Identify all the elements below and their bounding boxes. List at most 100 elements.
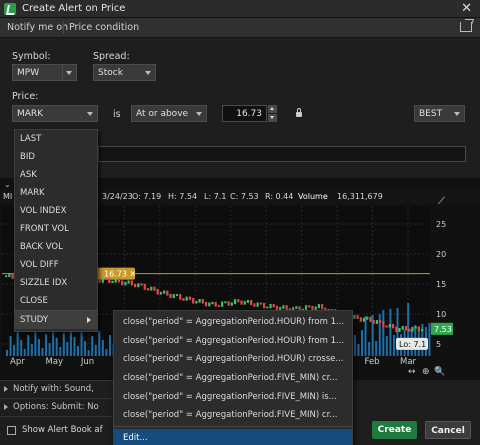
volume-bar — [91, 336, 94, 356]
candle-down — [356, 314, 359, 320]
x-tick-label: May — [45, 357, 63, 367]
price-menu-item-sizzle-idx[interactable]: SIZZLE IDX — [15, 274, 97, 292]
candle-down — [214, 301, 217, 307]
study-menu-item[interactable]: close("period" = AggregationPeriod.FIVE_… — [114, 369, 352, 388]
last-price-label: 7.53 — [434, 325, 452, 334]
symbol-select[interactable]: MPW — [12, 64, 77, 81]
price-menu-item-close[interactable]: CLOSE — [15, 292, 97, 310]
volume-bar — [69, 328, 72, 356]
study-menu-item[interactable]: close("period" = AggregationPeriod.FIVE_… — [114, 406, 352, 425]
volume-bar — [357, 344, 360, 356]
volume-bar — [41, 348, 44, 356]
volume-bar — [382, 310, 385, 356]
volume-bar — [84, 341, 87, 356]
volume-bar — [98, 331, 101, 356]
chevron-right-icon — [4, 386, 8, 392]
price-menu-item-vol-index[interactable]: VOL INDEX — [15, 202, 97, 220]
price-menu-item-front-vol[interactable]: FRONT VOL — [15, 220, 97, 238]
condition-value: At or above — [136, 109, 189, 119]
drawing-tool-icon: ⟋ — [438, 196, 445, 207]
spread-select[interactable]: Stock — [93, 64, 156, 81]
price-amount-input[interactable]: 16.73 — [222, 105, 267, 122]
volume-bar — [23, 349, 26, 356]
study-expression-field[interactable] — [98, 146, 466, 162]
price-menu-item-vol-diff[interactable]: VOL DIFF — [15, 256, 97, 274]
options-row[interactable]: Options: Submit: No — [0, 399, 114, 416]
show-alert-book-checkbox[interactable] — [7, 426, 16, 435]
volume-bar — [37, 339, 40, 356]
candle-down — [133, 283, 137, 288]
candle-down — [240, 300, 243, 305]
candle-down — [130, 280, 133, 286]
candle-down — [192, 298, 195, 304]
y-tick-label: 15 — [436, 280, 446, 289]
spread-value: Stock — [98, 68, 123, 78]
volume-bar — [73, 337, 76, 356]
price-type-select[interactable]: MARK — [12, 105, 98, 122]
volume-bar — [59, 347, 62, 356]
volume-bar — [428, 323, 431, 356]
study-submenu: close("period" = AggregationPeriod.HOUR)… — [113, 310, 353, 445]
price-menu-item-last[interactable]: LAST — [15, 130, 97, 148]
candle-down — [227, 301, 230, 306]
candle-up — [398, 327, 401, 332]
volume-bar — [392, 335, 395, 356]
create-button[interactable]: Create — [372, 421, 417, 439]
candle-down — [237, 299, 240, 303]
order-type-select[interactable]: BEST — [414, 105, 465, 122]
candle-down — [182, 298, 185, 301]
close-icon[interactable]: ✕ — [461, 1, 472, 16]
tab-bar: Notify me on Price condition — [0, 18, 480, 38]
volume-bar — [6, 350, 8, 356]
volume-bar — [94, 345, 97, 356]
condition-select[interactable]: At or above — [131, 105, 207, 122]
candle-up — [353, 314, 356, 319]
price-menu-item-back-vol[interactable]: BACK VOL — [15, 238, 97, 256]
menu-item-label: FRONT VOL — [20, 224, 69, 234]
volume-bar — [20, 340, 23, 356]
candle-down — [262, 302, 266, 309]
menu-item-label: VOL INDEX — [20, 206, 67, 216]
volume-bar — [16, 331, 19, 356]
volume-bar — [77, 346, 79, 356]
volume-bar — [108, 335, 111, 356]
candle-down — [379, 320, 382, 324]
volume-bar — [101, 340, 104, 356]
order-type-value: BEST — [419, 109, 443, 119]
study-menu-item[interactable]: close("period" = AggregationPeriod.HOUR)… — [114, 313, 352, 332]
candle-down — [117, 278, 121, 283]
chart-tool-icon: ↔ — [408, 367, 416, 377]
volume-bar — [45, 334, 48, 356]
decrement-icon[interactable] — [268, 114, 277, 122]
cancel-button[interactable]: Cancel — [425, 421, 471, 439]
candle-up — [230, 302, 233, 306]
candle-up — [8, 273, 11, 278]
alert-level-label: 16.73 ✕ — [104, 270, 136, 279]
study-menu-item[interactable]: close("period" = AggregationPeriod.HOUR)… — [114, 332, 352, 351]
lock-icon[interactable] — [296, 108, 302, 117]
candle-down — [156, 288, 159, 295]
candle-down — [201, 298, 204, 304]
export-icon[interactable] — [460, 22, 472, 32]
candle-up — [211, 301, 214, 305]
tab-divider — [63, 21, 64, 34]
candle-up — [111, 280, 114, 284]
candle-up — [317, 304, 321, 309]
price-menu-item-mark[interactable]: MARK — [15, 184, 97, 202]
candle-down — [308, 305, 311, 308]
price-menu-item-study[interactable]: STUDY — [15, 311, 97, 329]
candle-up — [411, 326, 414, 332]
study-edit-item[interactable]: Edit... — [114, 429, 352, 445]
price-menu-item-bid[interactable]: BID — [15, 148, 97, 166]
volume-bar — [34, 330, 37, 356]
increment-icon[interactable] — [268, 105, 277, 113]
price-type-value: MARK — [17, 109, 44, 119]
notify-with-row[interactable]: Notify with: Sound, — [0, 381, 114, 398]
window-title: Create Alert on Price — [22, 3, 126, 14]
study-menu-item[interactable]: close("period" = AggregationPeriod.HOUR)… — [114, 350, 352, 369]
study-menu-item[interactable]: close("period" = AggregationPeriod.FIVE_… — [114, 388, 352, 407]
y-tick-label: 5 — [436, 340, 441, 349]
price-menu-item-ask[interactable]: ASK — [15, 166, 97, 184]
tab-price-condition[interactable]: Price condition — [69, 22, 139, 33]
tab-notify-me-on[interactable]: Notify me on — [7, 22, 68, 33]
